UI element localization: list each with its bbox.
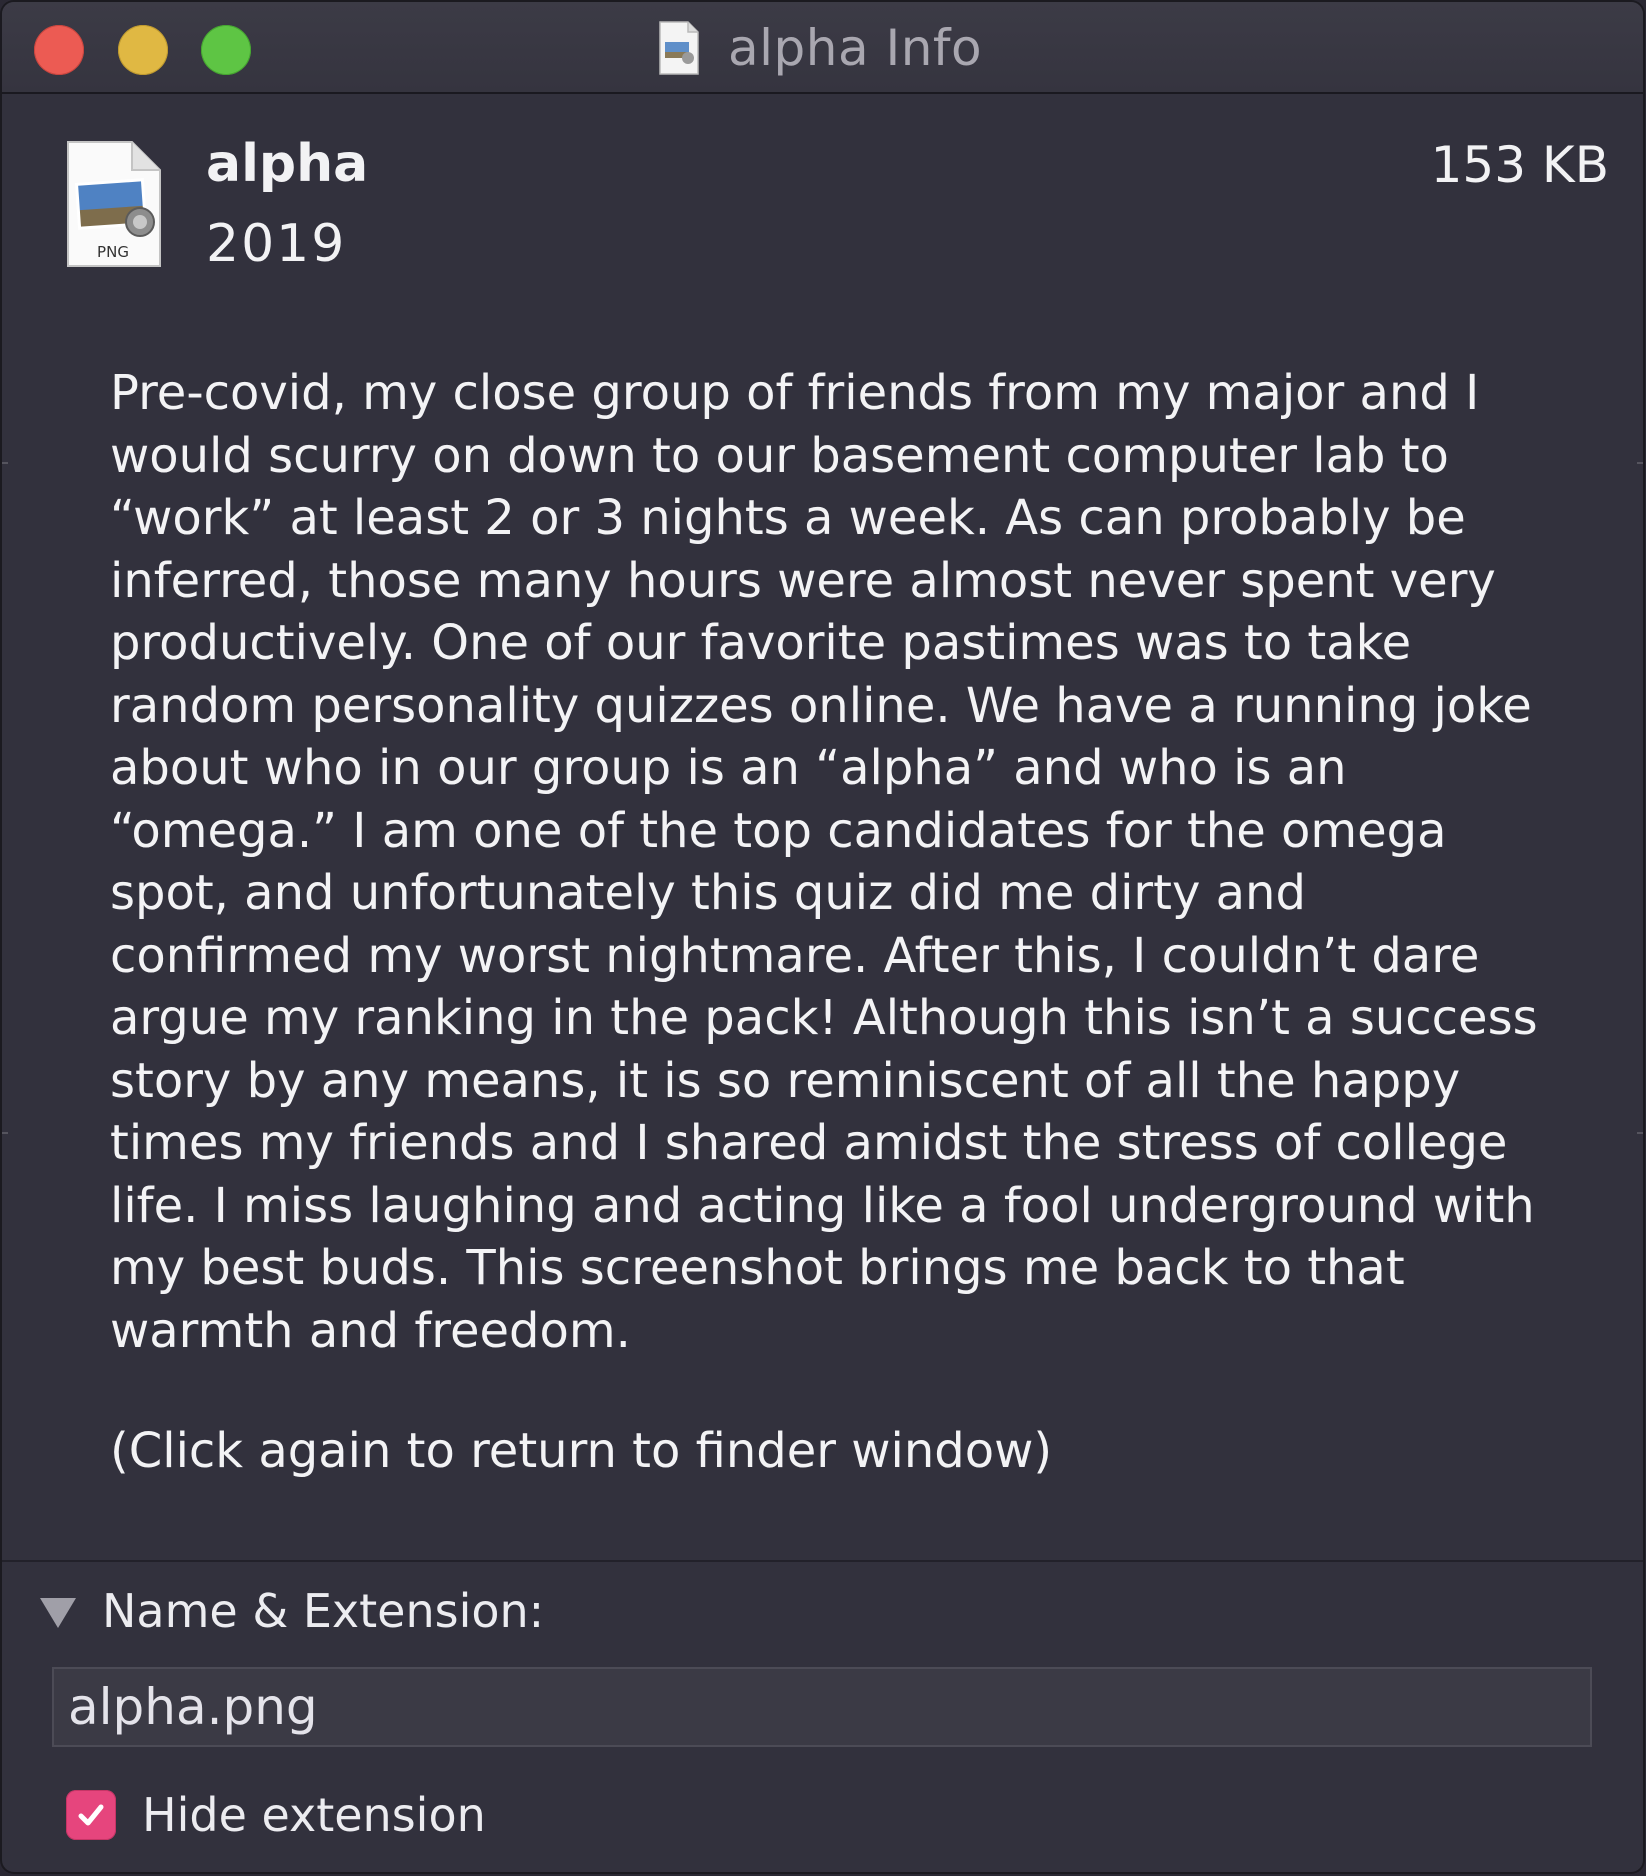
comments-area[interactable]: Pre-covid, my close group of friends fro…: [110, 362, 1550, 1483]
hide-extension-label: Hide extension: [142, 1788, 486, 1842]
info-window: alpha Info PNG alpha 2019 153 KB Pre-cov…: [2, 2, 1643, 1872]
window-title-group: alpha Info: [658, 18, 982, 78]
file-year: 2019: [206, 214, 347, 274]
png-file-icon: [659, 21, 699, 75]
resize-edge-mark: [2, 1132, 8, 1134]
window-title: alpha Info: [728, 19, 983, 77]
close-button[interactable]: [34, 25, 84, 75]
comment-body: Pre-covid, my close group of friends fro…: [110, 365, 1538, 1359]
file-size: 153 KB: [1430, 136, 1609, 194]
resize-edge-mark: [1637, 462, 1643, 464]
maximize-button[interactable]: [201, 25, 251, 75]
section-title: Name & Extension:: [102, 1584, 545, 1638]
minimize-button[interactable]: [118, 25, 168, 75]
png-file-icon: PNG: [67, 141, 161, 267]
name-extension-field[interactable]: [52, 1667, 1592, 1747]
hide-extension-checkbox-row[interactable]: Hide extension: [66, 1788, 486, 1842]
disclosure-triangle-icon[interactable]: [40, 1598, 76, 1628]
section-divider: [2, 1560, 1643, 1562]
file-name: alpha: [206, 134, 369, 194]
name-extension-section-header[interactable]: Name & Extension:: [40, 1584, 544, 1638]
hide-extension-checkbox[interactable]: [66, 1790, 116, 1840]
comment-hint: (Click again to return to finder window): [110, 1423, 1053, 1479]
resize-edge-mark: [2, 462, 8, 464]
title-bar[interactable]: alpha Info: [2, 2, 1643, 94]
checkmark-icon: [78, 1804, 104, 1826]
resize-edge-mark: [1637, 1132, 1643, 1134]
file-type-label: PNG: [97, 243, 129, 261]
